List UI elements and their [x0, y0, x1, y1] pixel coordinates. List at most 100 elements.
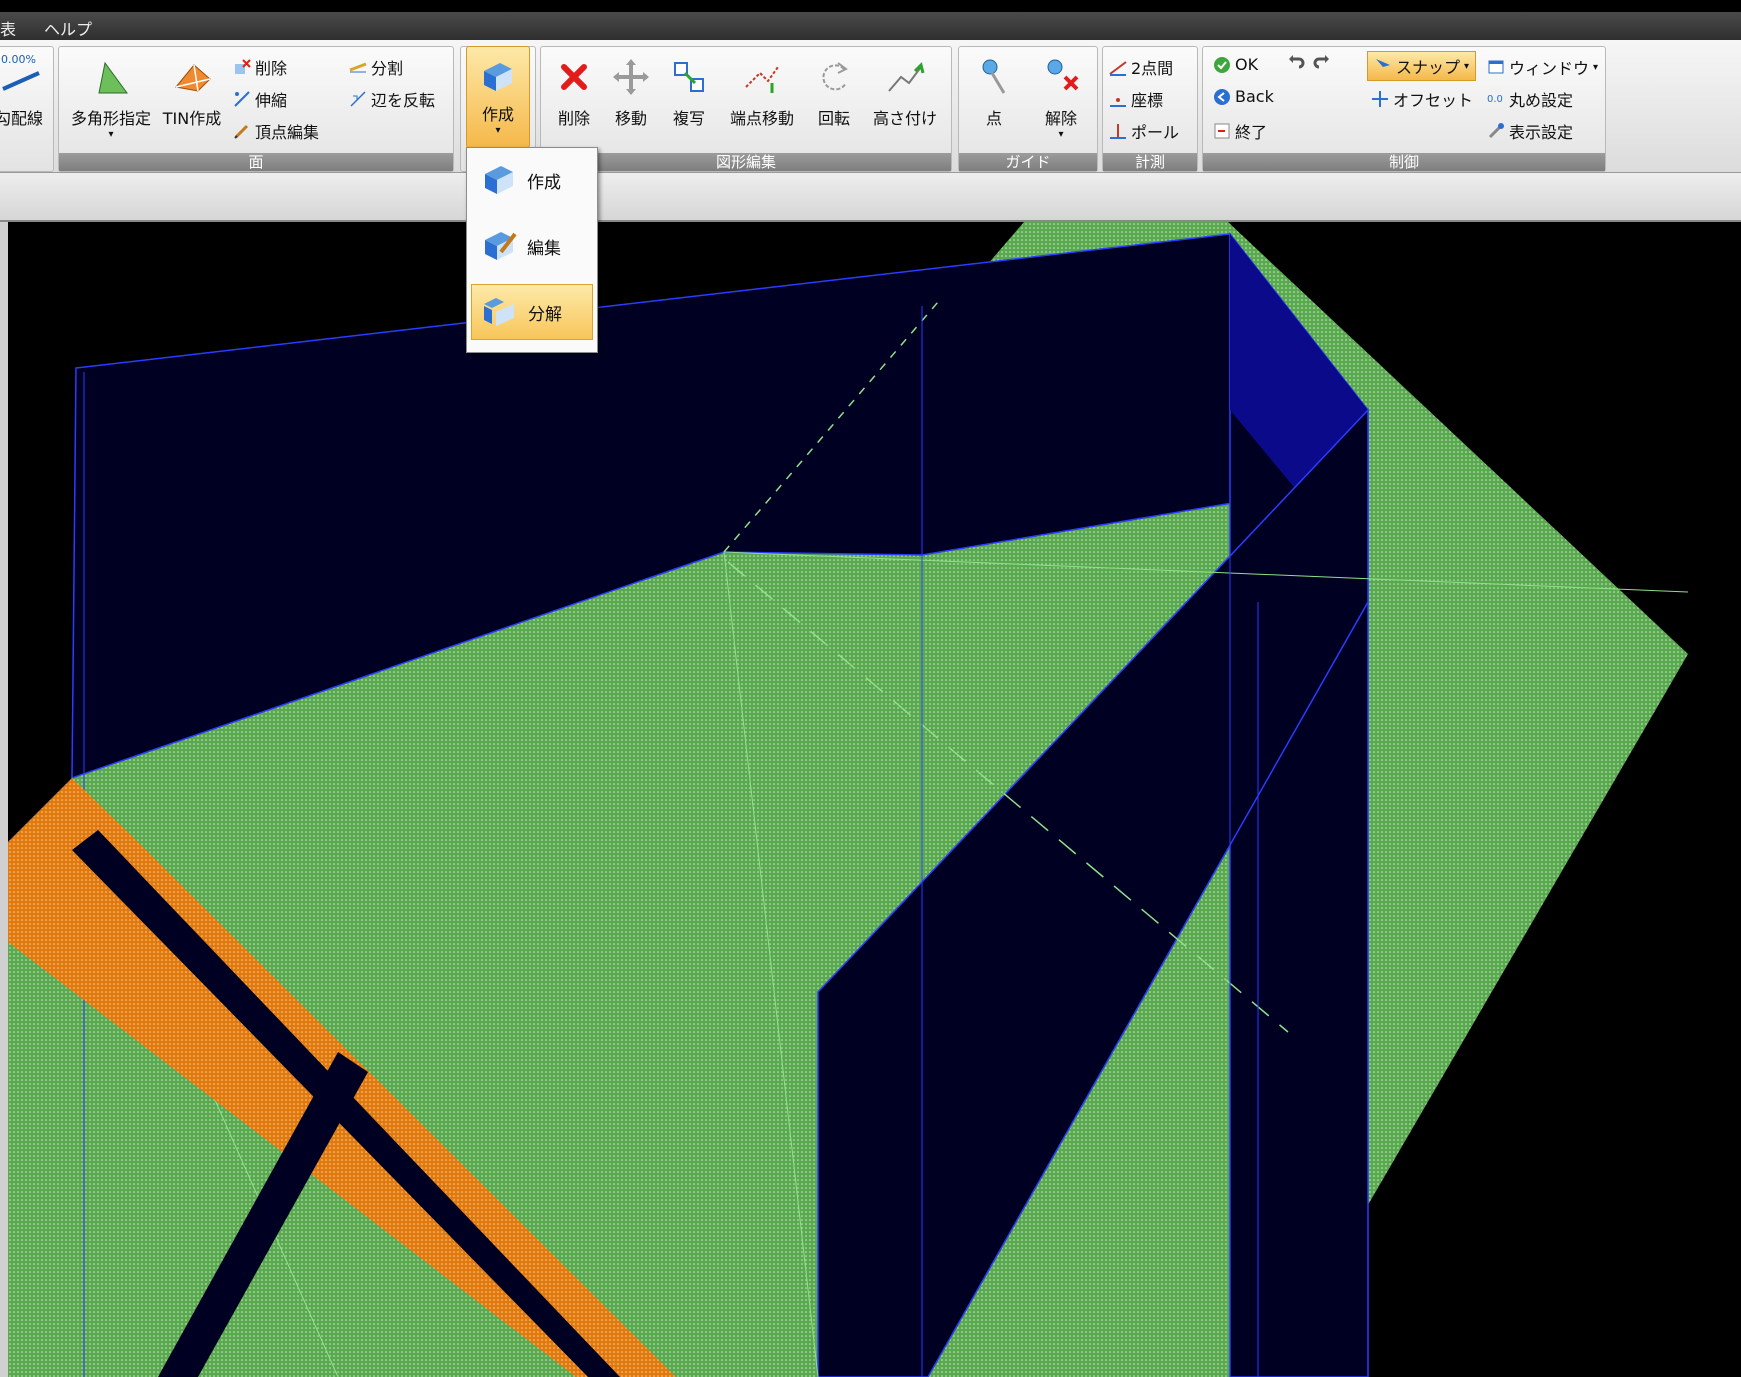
menu-strip	[0, 12, 1741, 40]
ok-button[interactable]: OK	[1213, 55, 1258, 74]
move-button[interactable]: 移動	[603, 57, 659, 129]
pin-icon	[982, 59, 1006, 94]
create-button[interactable]: 作成 ▾	[466, 46, 530, 148]
end-icon	[1214, 123, 1230, 139]
model-view	[8, 222, 1689, 1377]
vertex-edit-label: 頂点編集	[255, 123, 320, 142]
coord-label: 座標	[1131, 91, 1164, 110]
height-icon	[888, 62, 925, 92]
offset-button[interactable]: オフセット	[1371, 87, 1473, 111]
guide-release-button[interactable]: 解除 ▾	[1031, 57, 1091, 140]
drawing-canvas[interactable]	[8, 222, 1741, 1377]
two-point-label: 2点間	[1131, 59, 1174, 78]
split-label: 分割	[371, 59, 404, 78]
flip-edge-button[interactable]: 辺を反転	[349, 87, 435, 111]
ribbon-group-measure: 2点間 座標 ポール 計測	[1102, 46, 1198, 172]
undo-icon[interactable]	[1287, 53, 1305, 71]
decompose-solid-icon	[484, 298, 514, 326]
window-button[interactable]: ウィンドウ ▾	[1487, 55, 1598, 79]
left-edge	[0, 222, 8, 1377]
face-delete-label: 削除	[255, 59, 288, 78]
back-button[interactable]: Back	[1213, 87, 1274, 106]
polygon-icon	[98, 61, 128, 94]
guide-release-label: 解除	[1044, 109, 1077, 128]
guide-point-button[interactable]: 点	[967, 57, 1021, 129]
redo-icon[interactable]	[1313, 53, 1331, 71]
back-label: Back	[1235, 87, 1274, 106]
move-arrows-icon	[613, 59, 649, 95]
window-icon	[1488, 60, 1504, 74]
split-button[interactable]: 分割	[349, 55, 403, 79]
tin-icon	[175, 64, 211, 92]
sub-toolbar	[0, 173, 1741, 222]
rounding-icon: 0.0	[1487, 94, 1503, 105]
gradient-line-icon	[2, 71, 40, 91]
copy-label: 複写	[672, 109, 705, 128]
copy-button[interactable]: 複写	[661, 57, 717, 129]
dropdown-item-edit[interactable]: 編集	[471, 218, 593, 274]
end-label: 終了	[1235, 123, 1268, 142]
create-label: 作成	[481, 105, 514, 124]
tin-button[interactable]: TIN作成	[159, 57, 225, 129]
group-label-control: 制御	[1203, 153, 1605, 171]
create-dropdown-menu: 作成 編集 分解	[466, 147, 598, 353]
face-delete-button[interactable]: 削除	[233, 55, 287, 79]
rotate-button[interactable]: 回転	[807, 57, 861, 129]
ok-check-icon	[1214, 56, 1230, 73]
rounding-label: 丸め設定	[1509, 91, 1574, 110]
gradient-badge: 0.00%	[1, 53, 36, 66]
pole-icon	[1110, 124, 1126, 139]
display-settings-icon	[1488, 123, 1504, 139]
snap-icon	[1376, 59, 1390, 67]
edit-delete-button[interactable]: 削除	[547, 57, 601, 129]
ok-label: OK	[1235, 55, 1259, 74]
flip-edge-icon	[350, 91, 366, 107]
dropdown-item-create[interactable]: 作成	[471, 152, 593, 208]
pencil-icon	[234, 124, 249, 139]
window-label: ウィンドウ	[1509, 59, 1590, 78]
dropdown-item-decompose[interactable]: 分解	[471, 284, 593, 340]
gradient-line-button[interactable]: 勾配線	[0, 105, 43, 129]
pole-button[interactable]: ポール	[1109, 119, 1179, 143]
svg-text:0.0: 0.0	[1487, 94, 1503, 105]
stretch-button[interactable]: 伸縮	[233, 87, 287, 111]
ribbon: 0.00% 勾配線 多角形指定 ▾ TIN作成 削除 伸縮 頂点編集 分割 辺を…	[0, 40, 1741, 173]
polygon-button[interactable]: 多角形指定 ▾	[65, 57, 157, 140]
back-icon	[1214, 88, 1230, 105]
pole-label: ポール	[1131, 123, 1180, 142]
height-button[interactable]: 高さ付け	[863, 57, 947, 129]
two-point-icon	[1109, 61, 1127, 76]
copy-icon	[674, 62, 704, 92]
vertex-edit-button[interactable]: 頂点編集	[233, 119, 319, 143]
offset-icon	[1372, 91, 1388, 107]
undo-redo	[1287, 53, 1331, 71]
menu-item-help[interactable]: ヘルプ	[44, 16, 92, 40]
guide-point-label: 点	[985, 109, 1002, 128]
menu-item-cut[interactable]: 表	[0, 16, 16, 40]
create-icon	[484, 63, 512, 91]
dropdown-item-edit-label: 編集	[527, 238, 561, 259]
polygon-label: 多角形指定	[70, 109, 151, 128]
menu-bar: 表 ヘルプ	[0, 0, 1741, 42]
height-label: 高さ付け	[872, 109, 937, 128]
snap-label: スナップ	[1396, 58, 1461, 77]
rounding-button[interactable]: 0.0 丸め設定	[1487, 87, 1573, 111]
face-delete-icon	[235, 59, 251, 74]
edit-solid-icon	[485, 232, 517, 260]
display-button[interactable]: 表示設定	[1487, 119, 1573, 143]
ribbon-group-control: OK Back 終了 スナップ ▾ オフセット ウィンドウ ▾ 0.0 丸め設定…	[1202, 46, 1606, 172]
coord-button[interactable]: 座標	[1109, 87, 1163, 111]
end-button[interactable]: 終了	[1213, 119, 1267, 143]
group-label-face: 面	[59, 153, 453, 171]
dropdown-item-create-label: 作成	[527, 172, 561, 193]
two-point-button[interactable]: 2点間	[1109, 55, 1173, 79]
stretch-icon	[234, 91, 250, 107]
snap-button[interactable]: スナップ ▾	[1367, 51, 1477, 81]
endpoint-move-button[interactable]: 端点移動	[719, 57, 805, 129]
group-label-measure: 計測	[1103, 153, 1197, 171]
ribbon-group-guide: 点 解除 ▾ ガイド	[958, 46, 1098, 172]
create-solid-icon	[485, 166, 513, 194]
group-label-edit: 図形編集	[541, 153, 951, 171]
tin-label: TIN作成	[162, 109, 222, 128]
flip-edge-label: 辺を反転	[371, 91, 436, 110]
